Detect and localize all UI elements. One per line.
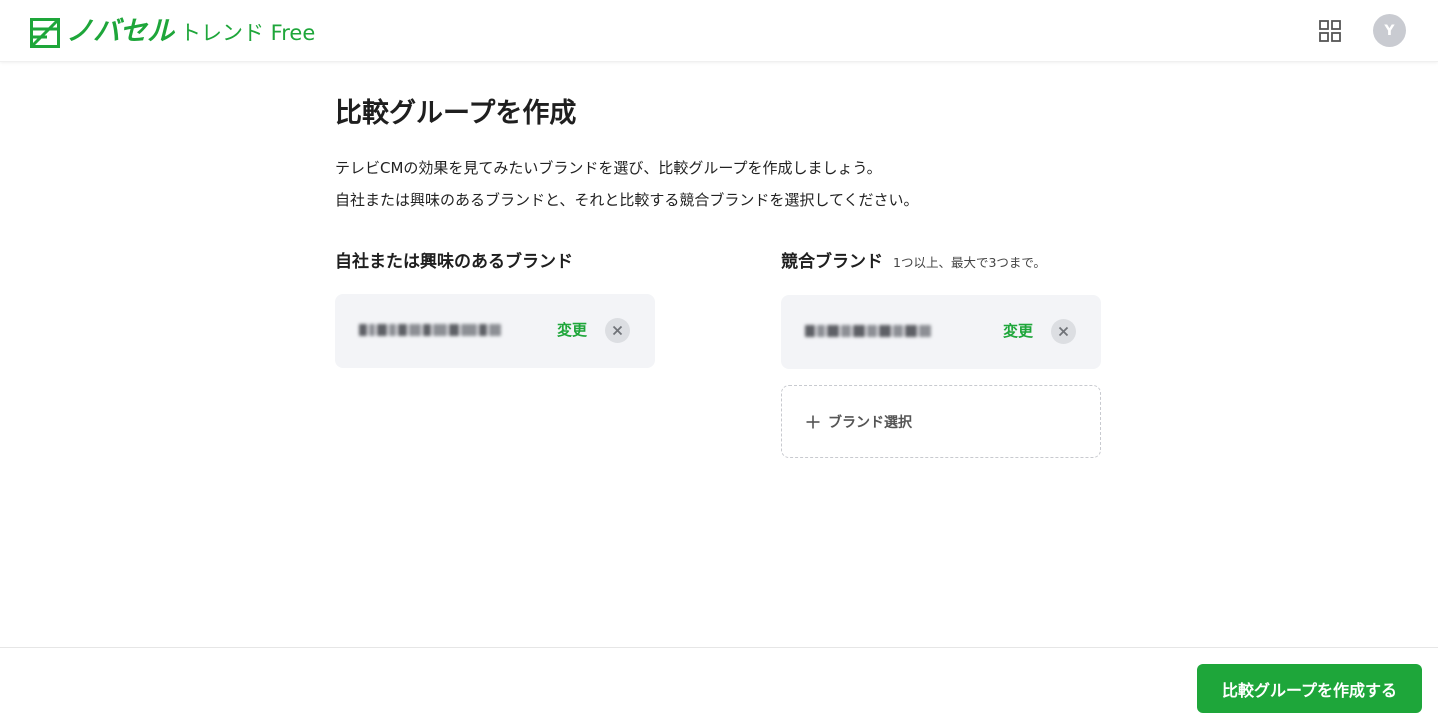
logo[interactable]: ノバセル トレンド Free <box>30 14 315 48</box>
own-brand-name-redacted <box>359 320 509 340</box>
own-brand-remove-button[interactable] <box>605 318 630 343</box>
page-description: テレビCMの効果を見てみたいブランドを選び、比較グループを作成しましょう。 自社… <box>335 152 1115 216</box>
user-avatar[interactable]: Y <box>1373 14 1406 47</box>
add-brand-label: ブランド選択 <box>828 414 912 431</box>
app-grid-icon[interactable] <box>1319 20 1341 42</box>
description-line: テレビCMの効果を見てみたいブランドを選び、比較グループを作成しましょう。 <box>335 159 882 177</box>
own-brand-heading: 自社または興味のあるブランド <box>335 252 573 272</box>
footer-bar: 比較グループを作成する <box>0 647 1438 726</box>
description-line: 自社または興味のあるブランドと、それと比較する競合ブランドを選択してください。 <box>335 191 919 209</box>
competitor-change-link[interactable]: 変更 <box>1003 321 1033 341</box>
close-icon <box>1058 326 1069 337</box>
main-content: 比較グループを作成 テレビCMの効果を見てみたいブランドを選び、比較グループを作… <box>335 96 1115 458</box>
competitor-note: 1つ以上、最大で3つまで。 <box>893 255 1046 270</box>
competitor-heading-text: 競合ブランド <box>781 252 883 272</box>
app-header: ノバセル トレンド Free Y <box>0 0 1438 62</box>
logo-brand-text: ノバセル <box>66 16 174 47</box>
own-brand-change-link[interactable]: 変更 <box>557 320 587 340</box>
logo-sub-text: トレンド Free <box>180 21 316 45</box>
competitor-section: 競合ブランド 1つ以上、最大で3つまで。 変更 ブランド選択 <box>781 248 1101 458</box>
create-group-button[interactable]: 比較グループを作成する <box>1197 664 1422 713</box>
competitor-brand-card: 変更 <box>781 295 1101 369</box>
page-title: 比較グループを作成 <box>335 98 577 129</box>
own-brand-card: 変更 <box>335 294 655 368</box>
competitor-brand-name-redacted <box>805 321 933 341</box>
logo-mark-icon <box>30 18 60 48</box>
competitor-heading: 競合ブランド 1つ以上、最大で3つまで。 <box>781 248 1101 277</box>
plus-icon <box>806 415 820 428</box>
add-brand-button[interactable]: ブランド選択 <box>781 385 1101 458</box>
competitor-remove-button[interactable] <box>1051 319 1076 344</box>
own-brand-section: 自社または興味のあるブランド 変更 <box>335 248 655 368</box>
close-icon <box>612 325 623 336</box>
